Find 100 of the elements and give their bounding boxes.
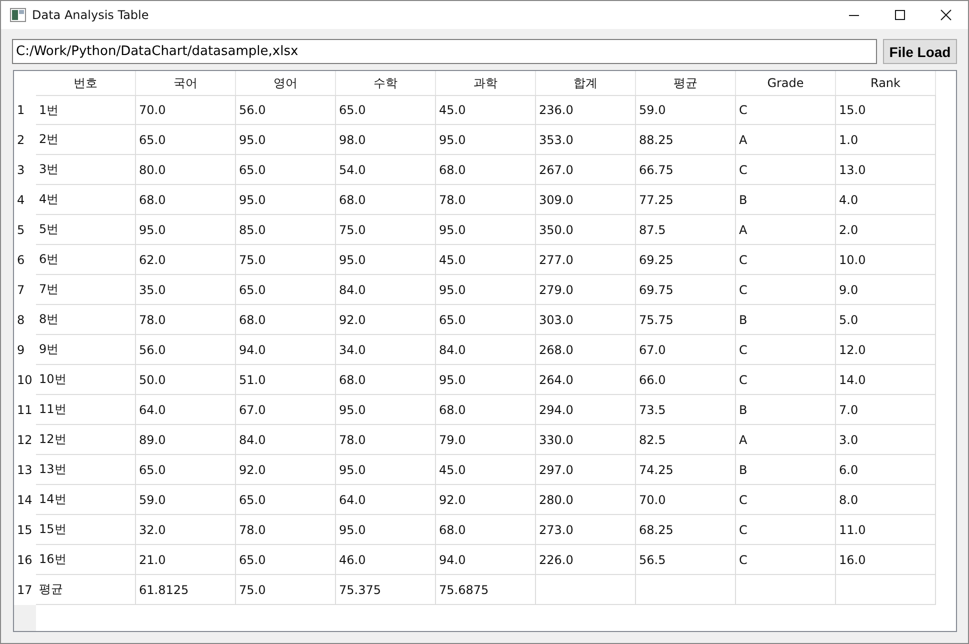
table-cell: C xyxy=(736,245,836,275)
table-cell: 67.0 xyxy=(236,395,336,425)
table-cell: 65.0 xyxy=(236,275,336,305)
table-cell: 7번 xyxy=(36,275,136,305)
table-cell: 21.0 xyxy=(136,545,236,575)
table-cell: 1번 xyxy=(36,95,136,125)
table-cell: 303.0 xyxy=(536,305,636,335)
table-cell: 68.0 xyxy=(236,305,336,335)
table-cell: 82.5 xyxy=(636,425,736,455)
maximize-icon[interactable] xyxy=(894,9,906,21)
table-cell: 12.0 xyxy=(836,335,936,365)
table-cell: 10번 xyxy=(36,365,136,395)
column-header[interactable]: 수학 xyxy=(336,71,436,95)
table-cell: 267.0 xyxy=(536,155,636,185)
close-icon[interactable] xyxy=(940,9,952,21)
file-load-button[interactable]: File Load xyxy=(883,39,957,64)
table-cell: 75.0 xyxy=(236,575,336,605)
table-cell: 69.25 xyxy=(636,245,736,275)
table-cell: 68.0 xyxy=(336,365,436,395)
table-cell: 95.0 xyxy=(336,395,436,425)
table-cell: 95.0 xyxy=(236,185,336,215)
table-cell: 56.0 xyxy=(136,335,236,365)
table-cell: 75.6875 xyxy=(436,575,536,605)
table-cell: 64.0 xyxy=(136,395,236,425)
table-cell: 88.25 xyxy=(636,125,736,155)
table-cell: 평균 xyxy=(36,575,136,605)
table-cell: 95.0 xyxy=(136,215,236,245)
table-cell: 3번 xyxy=(36,155,136,185)
table-cell: B xyxy=(736,305,836,335)
table-cell: 95.0 xyxy=(336,515,436,545)
table-cell: 15번 xyxy=(36,515,136,545)
table-cell: 8번 xyxy=(36,305,136,335)
path-field[interactable]: C:/Work/Python/DataChart/datasample,xlsx xyxy=(12,39,877,64)
window-title: Data Analysis Table xyxy=(32,8,149,22)
table-cell: 95.0 xyxy=(436,215,536,245)
table-cell: 45.0 xyxy=(436,455,536,485)
table-cell: 68.0 xyxy=(336,185,436,215)
table-cell: 68.0 xyxy=(436,515,536,545)
table-cell: 95.0 xyxy=(236,125,336,155)
table-cell: 56.5 xyxy=(636,545,736,575)
table-cell: 294.0 xyxy=(536,395,636,425)
table-cell: 2.0 xyxy=(836,215,936,245)
table-cell: 66.0 xyxy=(636,365,736,395)
table-cell: 264.0 xyxy=(536,365,636,395)
table-cell: 5번 xyxy=(36,215,136,245)
table-cell: 92.0 xyxy=(236,455,336,485)
table-cell: 2번 xyxy=(36,125,136,155)
table-cell: 75.375 xyxy=(336,575,436,605)
table-cell: 226.0 xyxy=(536,545,636,575)
table-cell: C xyxy=(736,275,836,305)
table-cell: 77.25 xyxy=(636,185,736,215)
table-cell: 84.0 xyxy=(336,275,436,305)
table-cell: 8.0 xyxy=(836,485,936,515)
table-cell: 84.0 xyxy=(436,335,536,365)
table-cell: 64.0 xyxy=(336,485,436,515)
table-cell: B xyxy=(736,395,836,425)
column-header[interactable]: 번호 xyxy=(36,71,136,95)
table-cell: 15.0 xyxy=(836,95,936,125)
corner-block xyxy=(14,605,36,631)
table-cell: 54.0 xyxy=(336,155,436,185)
table-cell: 4.0 xyxy=(836,185,936,215)
table-cell: 56.0 xyxy=(236,95,336,125)
table-cell: 67.0 xyxy=(636,335,736,365)
table-cell: 350.0 xyxy=(536,215,636,245)
table-cell: 80.0 xyxy=(136,155,236,185)
table-cell: 7.0 xyxy=(836,395,936,425)
table-cell: 95.0 xyxy=(436,365,536,395)
table-cell: 78.0 xyxy=(236,515,336,545)
table-cell: 84.0 xyxy=(236,425,336,455)
table-cell: 268.0 xyxy=(536,335,636,365)
table-cell: 50.0 xyxy=(136,365,236,395)
column-header[interactable]: Grade xyxy=(736,71,836,95)
table-cell: C xyxy=(736,95,836,125)
table-cell: 59.0 xyxy=(636,95,736,125)
table-cell: 78.0 xyxy=(436,185,536,215)
table-cell: 16.0 xyxy=(836,545,936,575)
table-cell: 87.5 xyxy=(636,215,736,245)
column-header[interactable]: 영어 xyxy=(236,71,336,95)
table-cell: 1.0 xyxy=(836,125,936,155)
table-cell: 3.0 xyxy=(836,425,936,455)
table-cell: 66.75 xyxy=(636,155,736,185)
table-cell: 94.0 xyxy=(236,335,336,365)
table-cell: 330.0 xyxy=(536,425,636,455)
column-header[interactable]: 합계 xyxy=(536,71,636,95)
table-cell: C xyxy=(736,365,836,395)
table-cell: 309.0 xyxy=(536,185,636,215)
column-header[interactable]: Rank xyxy=(836,71,936,95)
table-cell: 85.0 xyxy=(236,215,336,245)
table-cell: 68.0 xyxy=(136,185,236,215)
table-cell: 35.0 xyxy=(136,275,236,305)
table-cell: C xyxy=(736,545,836,575)
table-cell: 75.75 xyxy=(636,305,736,335)
table-cell: 92.0 xyxy=(336,305,436,335)
app-icon xyxy=(10,8,26,22)
table-cell: 297.0 xyxy=(536,455,636,485)
column-header[interactable]: 과학 xyxy=(436,71,536,95)
column-header[interactable]: 평균 xyxy=(636,71,736,95)
table-cell: 280.0 xyxy=(536,485,636,515)
table-cell: 68.0 xyxy=(436,155,536,185)
column-header[interactable]: 국어 xyxy=(136,71,236,95)
